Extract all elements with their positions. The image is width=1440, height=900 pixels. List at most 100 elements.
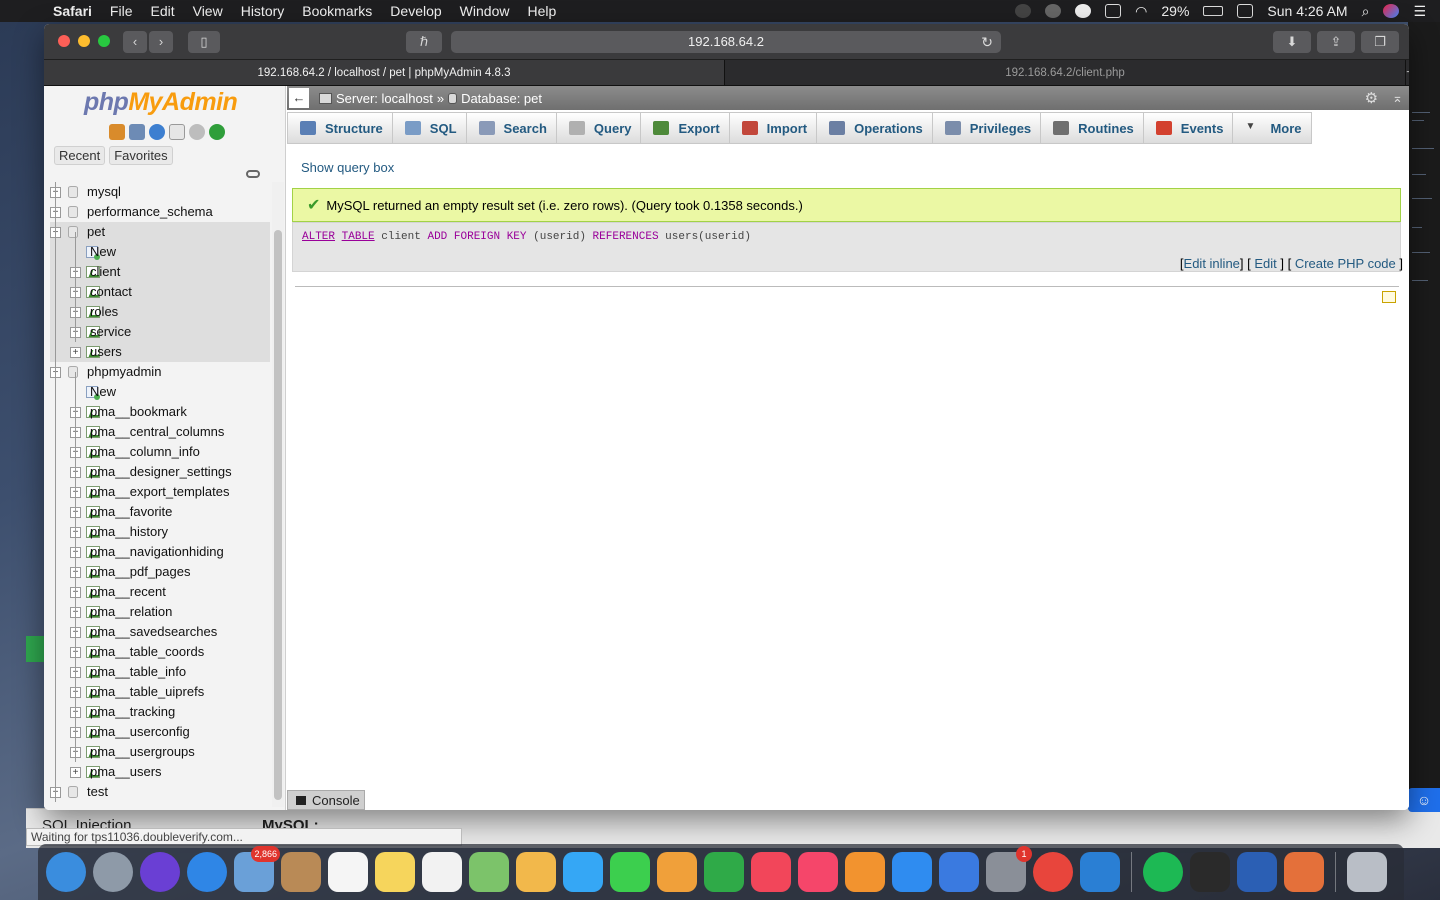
tree-table-item[interactable]: +contact: [50, 282, 270, 302]
app-store-icon[interactable]: [892, 852, 932, 892]
creative-cloud-icon[interactable]: [1045, 4, 1062, 18]
contacts-icon[interactable]: [281, 852, 321, 892]
menu-view[interactable]: View: [184, 3, 232, 19]
zoom-window-button[interactable]: [98, 35, 110, 47]
docs-icon[interactable]: [169, 124, 185, 140]
tab-privileges[interactable]: Privileges: [931, 112, 1041, 144]
reminders-icon[interactable]: [422, 852, 462, 892]
books-icon[interactable]: [845, 852, 885, 892]
settings-gear-icon[interactable]: [189, 124, 205, 140]
favorites-button[interactable]: Favorites: [109, 146, 173, 165]
phpmyadmin-logo[interactable]: phpMyAdmin: [84, 88, 238, 117]
tab-export[interactable]: Export: [640, 112, 729, 144]
downloads-icon[interactable]: ⬇: [1273, 31, 1311, 53]
siri-icon[interactable]: [140, 852, 180, 892]
tree-table-item[interactable]: +pma__column_info: [50, 442, 270, 462]
tab-events[interactable]: Events: [1142, 112, 1233, 144]
sql-keyword-alter[interactable]: ALTER: [302, 231, 335, 243]
tree-table-item[interactable]: +pma__pdf_pages: [50, 562, 270, 582]
system-preferences-icon[interactable]: 1: [986, 846, 1032, 892]
tab-routines[interactable]: Routines: [1040, 112, 1143, 144]
tree-table-item[interactable]: +pma__usergroups: [50, 742, 270, 762]
close-window-button[interactable]: [58, 35, 70, 47]
xampp-icon[interactable]: [1284, 852, 1324, 892]
breadcrumb-database[interactable]: Database: pet: [448, 91, 542, 106]
tree-database-item[interactable]: −phpmyadmin: [50, 362, 270, 382]
tree-table-item[interactable]: +pma__favorite: [50, 502, 270, 522]
tab-sql[interactable]: SQL: [391, 112, 466, 144]
terminal-icon[interactable]: [1190, 852, 1230, 892]
tree-table-item[interactable]: +roles: [50, 302, 270, 322]
airplay-icon[interactable]: [1105, 4, 1122, 18]
reader-icon[interactable]: ℏ: [406, 31, 442, 53]
reload-nav-icon[interactable]: [209, 124, 225, 140]
tree-table-item[interactable]: +pma__history: [50, 522, 270, 542]
clock[interactable]: Sun 4:26 AM: [1267, 3, 1347, 19]
calendar-icon[interactable]: [328, 852, 368, 892]
notes-icon[interactable]: [1382, 291, 1396, 303]
share-icon[interactable]: ⇪: [1317, 31, 1355, 53]
tree-database-item[interactable]: −pet: [50, 222, 270, 242]
recent-button[interactable]: Recent: [54, 146, 106, 165]
battery-icon[interactable]: [1203, 6, 1224, 16]
menu-file[interactable]: File: [101, 3, 142, 19]
menu-help[interactable]: Help: [518, 3, 565, 19]
tree-database-item[interactable]: +test: [50, 782, 270, 802]
menu-edit[interactable]: Edit: [141, 3, 183, 19]
pages-icon[interactable]: [657, 852, 697, 892]
tree-database-item[interactable]: +performance_schema: [50, 202, 270, 222]
vpn-icon[interactable]: [1015, 4, 1032, 18]
tree-table-item[interactable]: +pma__table_uiprefs: [50, 682, 270, 702]
tree-table-item[interactable]: +pma__designer_settings: [50, 462, 270, 482]
tab-search[interactable]: Search: [465, 112, 556, 144]
maps-icon[interactable]: [469, 852, 509, 892]
finder-icon[interactable]: [46, 852, 86, 892]
sql-keyword-table[interactable]: TABLE: [342, 231, 375, 243]
minimize-window-button[interactable]: [78, 35, 90, 47]
messages-icon[interactable]: [563, 852, 603, 892]
page-settings-icon[interactable]: ⚙: [1365, 89, 1378, 107]
new-tab-icon[interactable]: +: [1406, 60, 1409, 85]
display-icon[interactable]: [1075, 4, 1092, 18]
tree-new-item[interactable]: New: [50, 382, 270, 402]
tree-table-item[interactable]: +service: [50, 322, 270, 342]
nav-scrollbar[interactable]: [272, 182, 284, 807]
collapse-top-icon[interactable]: ⌅: [1392, 90, 1403, 106]
wifi-icon[interactable]: ◠: [1135, 3, 1147, 20]
nav-scrollbar-thumb[interactable]: [274, 230, 282, 800]
menu-develop[interactable]: Develop: [381, 3, 450, 19]
chrome-icon[interactable]: [1033, 852, 1073, 892]
menu-window[interactable]: Window: [451, 3, 519, 19]
menu-history[interactable]: History: [232, 3, 294, 19]
sidebar-icon[interactable]: ▯: [188, 31, 220, 53]
spotify-icon[interactable]: [1143, 852, 1183, 892]
edit-inline-link[interactable]: Edit inline: [1184, 256, 1240, 271]
tree-table-item[interactable]: +pma__navigationhiding: [50, 542, 270, 562]
link-with-main-panel-icon[interactable]: [246, 170, 260, 178]
help-icon[interactable]: [149, 124, 165, 140]
address-bar[interactable]: 192.168.64.2 ↻: [451, 31, 1001, 53]
forward-icon[interactable]: ›: [149, 31, 173, 53]
tree-table-item[interactable]: +pma__savedsearches: [50, 622, 270, 642]
word-icon[interactable]: [1237, 852, 1277, 892]
tree-new-item[interactable]: New: [50, 242, 270, 262]
tree-database-item[interactable]: +mysql: [50, 182, 270, 202]
create-php-code-link[interactable]: Create PHP code: [1295, 256, 1396, 271]
tab-query[interactable]: Query: [555, 112, 641, 144]
tree-table-item[interactable]: + users: [50, 342, 270, 362]
collapse-nav-icon[interactable]: ←: [289, 88, 309, 108]
tree-table-item[interactable]: +pma__tracking: [50, 702, 270, 722]
tree-table-item[interactable]: +pma__export_templates: [50, 482, 270, 502]
expand-icon[interactable]: +: [70, 767, 81, 778]
tree-table-item[interactable]: +pma__bookmark: [50, 402, 270, 422]
logout-icon[interactable]: [129, 124, 145, 140]
console-button[interactable]: Console: [287, 790, 365, 810]
trash-icon[interactable]: [1347, 852, 1387, 892]
expand-icon[interactable]: +: [70, 347, 81, 358]
back-icon[interactable]: ‹: [123, 31, 147, 53]
reload-icon[interactable]: ↻: [981, 31, 993, 53]
background-chat-icon[interactable]: ☺: [1408, 788, 1440, 812]
safari-icon[interactable]: [187, 852, 227, 892]
tree-table-item[interactable]: +pma__central_columns: [50, 422, 270, 442]
tabs-overview-icon[interactable]: ❐: [1361, 31, 1399, 53]
